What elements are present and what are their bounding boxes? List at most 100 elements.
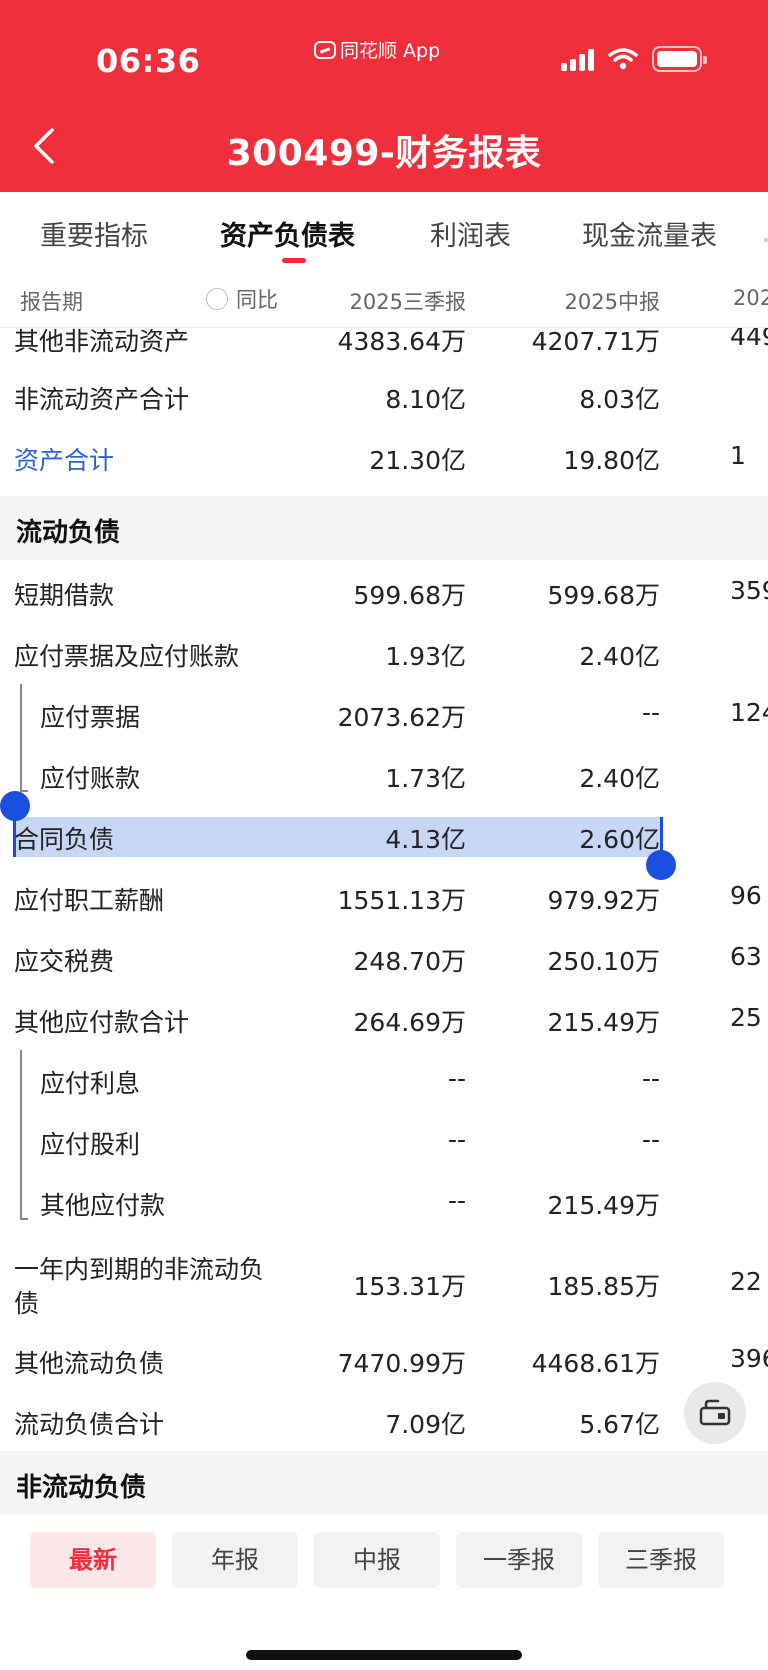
period-q1-button[interactable]: 一季报 (456, 1532, 582, 1588)
status-icons (561, 46, 707, 72)
page-title: 300499-财务报表 (226, 133, 542, 174)
tab-cash-flow[interactable]: 现金流量表 (582, 214, 717, 253)
period-interim-button[interactable]: 中报 (314, 1532, 440, 1588)
value-q3: 599.68万 (353, 581, 466, 610)
column-truncated: 202 (733, 286, 768, 310)
table-row: 一年内到期的非流动负 债 153.31万 185.85万 22 (0, 1250, 768, 1320)
value-prev: 22 (730, 1267, 762, 1296)
value-q3: 1.73亿 (385, 764, 466, 793)
value-h1: 599.68万 (547, 581, 660, 610)
value-q3: 7470.99万 (337, 1349, 466, 1378)
row-label: 合同负债 (14, 825, 115, 854)
row-label: 其他应付款合计 (14, 1008, 190, 1037)
value-prev: 63 (730, 942, 762, 971)
section-noncurrent-liabilities: 非流动负债 (0, 1451, 768, 1515)
row-label: 短期借款 (14, 581, 115, 610)
yoy-label: 同比 (236, 288, 278, 312)
row-label: 应付职工薪酬 (14, 886, 165, 915)
row-label: 其他应付款 (40, 1191, 166, 1220)
period-latest-button[interactable]: 最新 (30, 1532, 156, 1588)
rotate-screen-icon (699, 1399, 731, 1426)
signal-icon (561, 47, 594, 71)
value-q3: -- (447, 1064, 466, 1093)
app-header: 06:36 同花顺 App 300499-财务报表 (0, 0, 768, 192)
row-label: 其他非流动资产 (14, 328, 190, 356)
selection-start-handle[interactable] (0, 791, 30, 821)
row-label: 流动负债合计 (14, 1410, 165, 1439)
value-q3: 4383.64万 (337, 328, 466, 356)
value-q3: 248.70万 (353, 947, 466, 976)
landscape-toggle-button[interactable] (684, 1382, 746, 1444)
value-h1: 19.80亿 (563, 446, 660, 475)
value-q3: 7.09亿 (385, 1410, 466, 1439)
battery-icon (652, 46, 707, 72)
row-label-line2: 债 (14, 1289, 40, 1318)
active-tab-indicator (282, 258, 306, 263)
value-q3: 21.30亿 (369, 446, 466, 475)
row-label: 非流动资产合计 (14, 385, 190, 414)
value-prev: 124 (730, 698, 768, 727)
tab-balance-sheet[interactable]: 资产负债表 (220, 214, 355, 253)
period-selector: 最新 年报 中报 一季报 三季报 (0, 1518, 768, 1670)
value-prev: 96 (730, 881, 762, 910)
value-h1: 250.10万 (547, 947, 660, 976)
row-label: 应付票据及应付账款 (14, 642, 240, 671)
tab-income-statement[interactable]: 利润表 (430, 214, 511, 253)
value-h1: 4468.61万 (531, 1349, 660, 1378)
yoy-radio-icon[interactable] (206, 288, 228, 310)
column-2025-q3: 2025三季报 (349, 290, 466, 314)
status-time: 06:36 (96, 42, 201, 80)
period-q3-button[interactable]: 三季报 (598, 1532, 724, 1588)
app-badge: 同花顺 App (314, 36, 440, 63)
value-h1: 185.85万 (547, 1272, 660, 1301)
tree-connector (20, 684, 22, 792)
value-q3: 1.93亿 (385, 642, 466, 671)
balance-sheet-table: 其他非流动资产 4383.64万 4207.71万 449 非流动资产合计 8.… (0, 328, 768, 1518)
value-q3: 4.13亿 (385, 825, 466, 854)
value-h1: -- (641, 698, 660, 727)
row-label: 应付股利 (40, 1130, 141, 1159)
value-q3: -- (447, 1186, 466, 1215)
value-h1: 215.49万 (547, 1008, 660, 1037)
section-title: 流动负债 (16, 518, 121, 548)
value-prev: 1 (730, 441, 746, 470)
value-q3: 153.31万 (353, 1272, 466, 1301)
value-prev: 359 (730, 576, 768, 605)
app-badge-label: 同花顺 App (340, 40, 441, 62)
statement-tabs: 重要指标 资产负债表 利润表 现金流量表 (0, 192, 768, 270)
row-label-line1: 一年内到期的非流动负 (14, 1255, 265, 1284)
row-label: 应交税费 (14, 947, 115, 976)
row-label: 应付利息 (40, 1069, 141, 1098)
row-label: 其他流动负债 (14, 1349, 165, 1378)
value-prev: 449 (730, 328, 768, 351)
tab-key-indicators[interactable]: 重要指标 (40, 214, 148, 253)
column-2025-h1: 2025中报 (564, 290, 660, 314)
value-q3: 264.69万 (353, 1008, 466, 1037)
value-h1: 2.40亿 (579, 764, 660, 793)
period-label: 报告期 (20, 290, 83, 314)
value-h1: 215.49万 (547, 1191, 660, 1220)
value-q3: 2073.62万 (337, 703, 466, 732)
tab-scroll-edge (764, 238, 768, 242)
home-indicator[interactable] (246, 1650, 522, 1660)
value-h1: 2.60亿 (579, 825, 660, 854)
value-prev: 25 (730, 1003, 762, 1032)
row-label-link[interactable]: 资产合计 (14, 441, 114, 477)
yoy-toggle[interactable]: 同比 (206, 284, 278, 314)
period-annual-button[interactable]: 年报 (172, 1532, 298, 1588)
value-prev: 396 (730, 1344, 768, 1373)
section-title: 非流动负债 (16, 1473, 147, 1503)
value-q3: 8.10亿 (385, 385, 466, 414)
tree-connector (20, 1050, 22, 1220)
value-h1: 2.40亿 (579, 642, 660, 671)
value-h1: 8.03亿 (579, 385, 660, 414)
value-h1: -- (641, 1064, 660, 1093)
row-label: 应付账款 (40, 764, 141, 793)
value-q3: -- (447, 1125, 466, 1154)
row-label: 应付票据 (40, 703, 141, 732)
wifi-icon (608, 48, 638, 70)
value-h1: 979.92万 (547, 886, 660, 915)
value-h1: 5.67亿 (579, 1410, 660, 1439)
section-current-liabilities: 流动负债 (0, 496, 768, 560)
value-h1: 4207.71万 (531, 328, 660, 356)
